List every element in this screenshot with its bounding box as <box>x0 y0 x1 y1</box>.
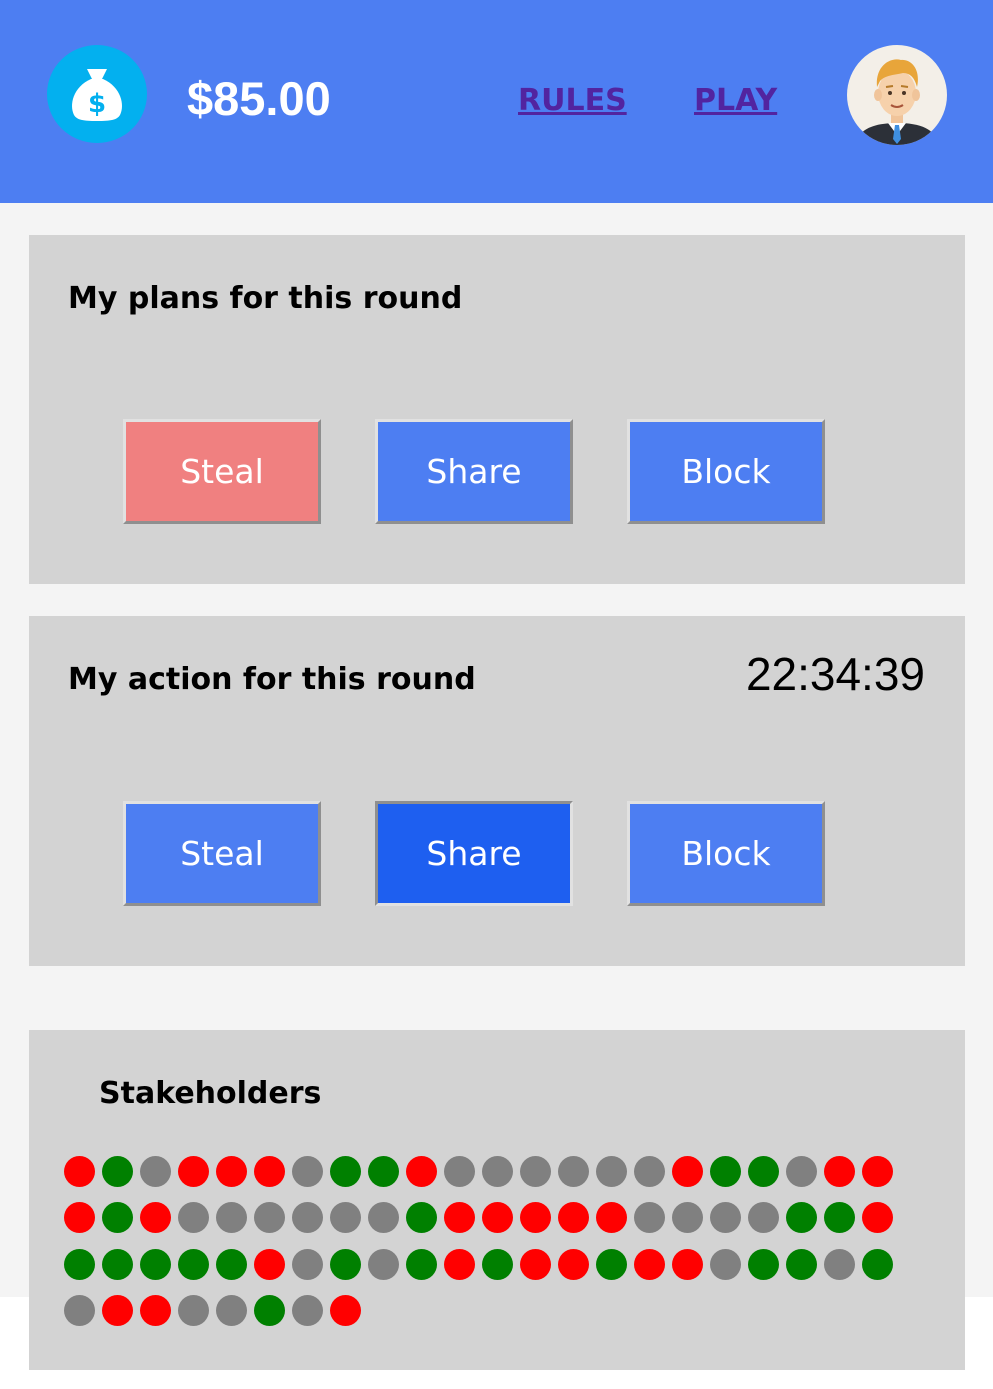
stakeholder-dot-gray <box>254 1202 285 1233</box>
stakeholder-dot-red <box>178 1156 209 1187</box>
action-block-button[interactable]: Block <box>627 801 825 906</box>
stakeholder-dot-green <box>748 1249 779 1280</box>
stakeholder-dot-green <box>786 1249 817 1280</box>
svg-text:$: $ <box>88 89 106 119</box>
stakeholder-dot-gray <box>634 1156 665 1187</box>
stakeholder-dot-gray <box>330 1202 361 1233</box>
plan-steal-button[interactable]: Steal <box>123 419 321 524</box>
stakeholder-dot-gray <box>710 1202 741 1233</box>
stakeholder-dot-red <box>672 1156 703 1187</box>
stakeholder-dot-green <box>596 1249 627 1280</box>
stakeholder-dot-green <box>178 1249 209 1280</box>
stakeholder-dot-red <box>558 1249 589 1280</box>
stakeholder-dot-gray <box>634 1202 665 1233</box>
stakeholder-dot-green <box>786 1202 817 1233</box>
stakeholder-dot-red <box>596 1202 627 1233</box>
header-bar: $ $85.00 RULES PLAY <box>0 0 993 203</box>
stakeholder-dot-gray <box>64 1295 95 1326</box>
stakeholder-dot-gray <box>482 1156 513 1187</box>
stakeholder-dot-gray <box>216 1202 247 1233</box>
stakeholder-dot-green <box>824 1202 855 1233</box>
stakeholder-dot-gray <box>596 1156 627 1187</box>
play-link[interactable]: PLAY <box>694 80 777 122</box>
stakeholder-dot-green <box>748 1156 779 1187</box>
stakeholder-dot-red <box>406 1156 437 1187</box>
stakeholder-dot-gray <box>444 1156 475 1187</box>
action-title: My action for this round <box>68 662 476 697</box>
stakeholder-dot-red <box>330 1295 361 1326</box>
stakeholder-dot-red <box>140 1295 171 1326</box>
stakeholder-dot-red <box>824 1156 855 1187</box>
stakeholder-dot-gray <box>368 1202 399 1233</box>
plan-block-button[interactable]: Block <box>627 419 825 524</box>
stakeholder-dot-gray <box>140 1156 171 1187</box>
stakeholder-dot-green <box>406 1249 437 1280</box>
stakeholder-dot-red <box>444 1249 475 1280</box>
user-avatar[interactable] <box>847 45 947 145</box>
stakeholder-dot-green <box>216 1249 247 1280</box>
plan-share-button[interactable]: Share <box>375 419 573 524</box>
balance-amount: $85.00 <box>187 72 331 125</box>
stakeholder-dot-green <box>102 1156 133 1187</box>
stakeholder-dot-green <box>482 1249 513 1280</box>
stakeholder-dot-red <box>672 1249 703 1280</box>
stakeholder-dot-gray <box>368 1249 399 1280</box>
stakeholder-dot-red <box>482 1202 513 1233</box>
stakeholder-dot-gray <box>710 1249 741 1280</box>
stakeholder-dot-gray <box>672 1202 703 1233</box>
stakeholder-dot-green <box>406 1202 437 1233</box>
plans-panel: My plans for this round Steal Share Bloc… <box>29 235 965 584</box>
stakeholder-dot-red <box>634 1249 665 1280</box>
stakeholder-dot-gray <box>292 1295 323 1326</box>
stakeholder-dot-green <box>368 1156 399 1187</box>
stakeholder-dot-green <box>102 1202 133 1233</box>
stakeholder-dot-red <box>140 1202 171 1233</box>
stakeholder-dot-red <box>520 1249 551 1280</box>
stakeholders-panel: Stakeholders <box>29 1030 965 1370</box>
action-share-button[interactable]: Share <box>375 801 573 906</box>
stakeholder-dot-gray <box>292 1156 323 1187</box>
stakeholder-dot-gray <box>824 1249 855 1280</box>
stakeholder-dot-red <box>64 1202 95 1233</box>
stakeholder-dot-green <box>862 1249 893 1280</box>
stakeholder-dot-red <box>862 1156 893 1187</box>
action-steal-button[interactable]: Steal <box>123 801 321 906</box>
stakeholder-dot-green <box>64 1249 95 1280</box>
stakeholder-dot-red <box>64 1156 95 1187</box>
stakeholder-dot-gray <box>292 1249 323 1280</box>
plans-title: My plans for this round <box>68 281 463 316</box>
stakeholder-dot-green <box>330 1249 361 1280</box>
stakeholder-dot-red <box>444 1202 475 1233</box>
stakeholder-dot-gray <box>216 1295 247 1326</box>
stakeholder-dot-green <box>102 1249 133 1280</box>
stakeholders-title: Stakeholders <box>99 1076 322 1111</box>
stakeholder-dot-red <box>520 1202 551 1233</box>
stakeholder-dot-gray <box>748 1202 779 1233</box>
stakeholder-dot-green <box>254 1295 285 1326</box>
stakeholder-dot-red <box>254 1249 285 1280</box>
round-timer: 22:34:39 <box>745 648 925 700</box>
stakeholder-dot-red <box>216 1156 247 1187</box>
stakeholder-dot-gray <box>292 1202 323 1233</box>
stakeholder-dot-red <box>102 1295 133 1326</box>
stakeholder-dot-red <box>254 1156 285 1187</box>
stakeholder-dot-gray <box>558 1156 589 1187</box>
rules-link[interactable]: RULES <box>518 80 627 122</box>
stakeholder-dot-gray <box>520 1156 551 1187</box>
money-bag-icon: $ <box>47 45 147 143</box>
stakeholder-dot-gray <box>178 1295 209 1326</box>
stakeholder-dot-gray <box>178 1202 209 1233</box>
stakeholder-dot-red <box>558 1202 589 1233</box>
stakeholder-dot-green <box>330 1156 361 1187</box>
stakeholder-dot-gray <box>786 1156 817 1187</box>
stakeholder-dot-green <box>140 1249 171 1280</box>
stakeholder-dot-green <box>710 1156 741 1187</box>
action-panel: My action for this round 22:34:39 Steal … <box>29 616 965 966</box>
stakeholder-dot-red <box>862 1202 893 1233</box>
